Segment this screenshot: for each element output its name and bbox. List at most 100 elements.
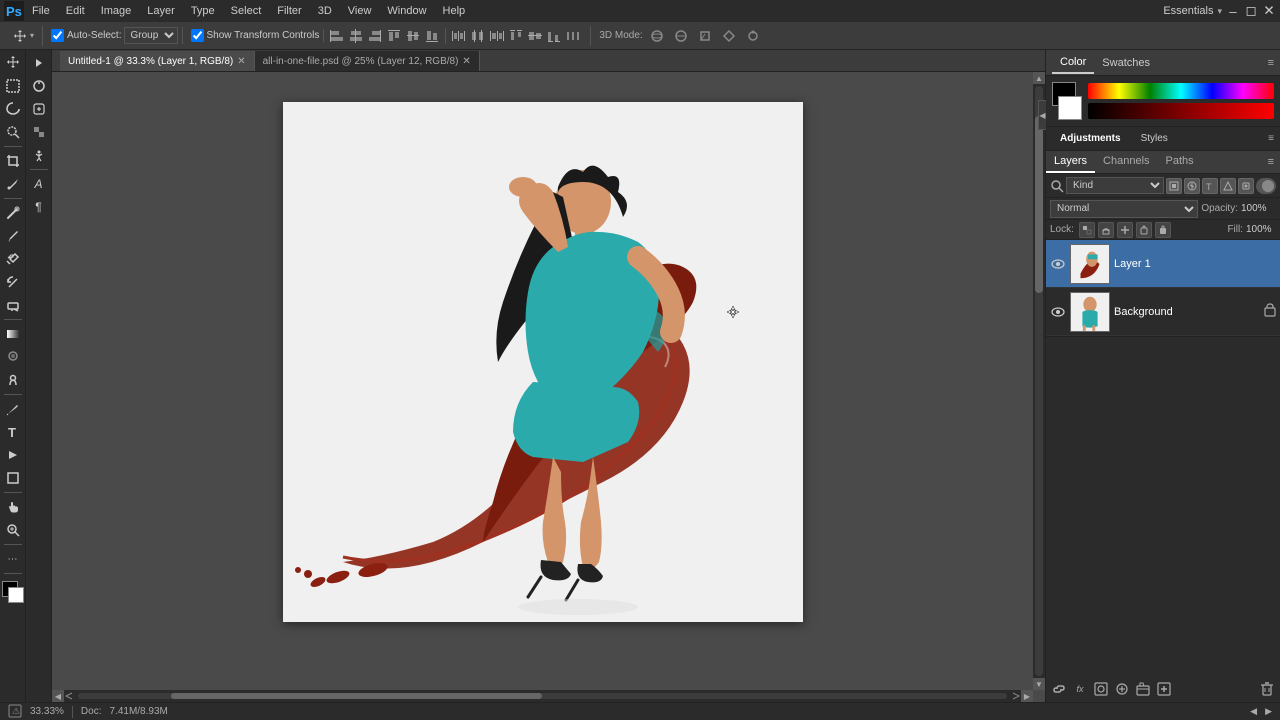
distribute-bottom[interactable] xyxy=(545,27,563,45)
filter-type-icon[interactable]: T xyxy=(1202,178,1218,194)
background-color[interactable] xyxy=(8,587,24,603)
menu-window[interactable]: Window xyxy=(379,3,434,19)
layer1-visibility-toggle[interactable] xyxy=(1050,256,1066,272)
spot-healing-tool[interactable] xyxy=(2,202,24,224)
distribute-spacing[interactable] xyxy=(564,27,582,45)
dodge-tool[interactable] xyxy=(2,369,24,391)
transform-checkbox[interactable] xyxy=(191,29,204,42)
workspace-select[interactable]: Essentials xyxy=(1163,5,1213,17)
menu-3d[interactable]: 3D xyxy=(310,3,340,19)
menu-image[interactable]: Image xyxy=(93,3,140,19)
layers-tab[interactable]: Layers xyxy=(1046,151,1095,173)
adjustments-menu-btn[interactable]: ≡ xyxy=(1268,133,1274,144)
lasso-tool[interactable] xyxy=(2,98,24,120)
3d-tool-4[interactable] xyxy=(719,27,739,45)
scroll-right-arrow[interactable]: ▶ xyxy=(1021,690,1033,702)
menu-filter[interactable]: Filter xyxy=(269,3,309,19)
type-tool-vertical[interactable]: A xyxy=(28,173,50,195)
distribute-center-v[interactable] xyxy=(526,27,544,45)
menu-file[interactable]: File xyxy=(24,3,58,19)
minimize-btn[interactable]: – xyxy=(1226,4,1240,19)
canvas-scroll[interactable]: ▲ ▼ xyxy=(52,72,1045,702)
link-layers-btn[interactable] xyxy=(1050,680,1068,698)
delete-layer-btn[interactable] xyxy=(1258,680,1276,698)
adjustments-tab-btn[interactable]: Adjustments xyxy=(1052,131,1129,146)
lock-transparent-btn[interactable] xyxy=(1079,222,1095,238)
filter-pixel-icon[interactable] xyxy=(1166,178,1182,194)
v-scroll-track[interactable] xyxy=(1035,86,1043,676)
menu-view[interactable]: View xyxy=(340,3,380,19)
pen-tool[interactable] xyxy=(2,398,24,420)
path-selection-tool[interactable] xyxy=(2,444,24,466)
layer-mask-btn[interactable] xyxy=(1092,680,1110,698)
shape-tool[interactable] xyxy=(2,467,24,489)
hand-tool[interactable] xyxy=(2,496,24,518)
new-fill-adj-btn[interactable] xyxy=(1113,680,1131,698)
scroll-next-btn[interactable] xyxy=(1011,691,1021,701)
autoselect-type[interactable]: Group xyxy=(124,27,178,44)
channels-tab[interactable]: Channels xyxy=(1095,151,1157,173)
new-layer-btn[interactable] xyxy=(1155,680,1173,698)
align-right[interactable] xyxy=(366,27,384,45)
color-panel-menu[interactable]: ≡ xyxy=(1268,57,1274,69)
opacity-value[interactable]: 100% xyxy=(1241,203,1276,214)
tab-allinone-close[interactable]: ✕ xyxy=(462,56,470,67)
blur-tool[interactable] xyxy=(2,346,24,368)
background-color-swatch[interactable] xyxy=(1058,96,1082,120)
filter-adjustment-icon[interactable] xyxy=(1184,178,1200,194)
eraser-tool[interactable] xyxy=(2,294,24,316)
quick-selection-tool[interactable] xyxy=(2,121,24,143)
filter-toggle[interactable] xyxy=(1256,178,1276,194)
3d-tool-5[interactable] xyxy=(743,27,763,45)
3d-tool-1[interactable] xyxy=(647,27,667,45)
lock-pixels-btn[interactable] xyxy=(1098,222,1114,238)
paths-tab[interactable]: Paths xyxy=(1158,151,1202,173)
align-bottom[interactable] xyxy=(423,27,441,45)
distribute-left[interactable] xyxy=(450,27,468,45)
color-selector[interactable] xyxy=(2,581,24,603)
layer-effects-btn[interactable]: fx xyxy=(1071,680,1089,698)
autoselect-checkbox-label[interactable]: Auto-Select: xyxy=(51,29,121,42)
color-tab[interactable]: Color xyxy=(1052,52,1094,74)
zoom-level[interactable]: 33.33% xyxy=(30,706,64,717)
sidebar-collapse-handle[interactable]: ◀ xyxy=(1038,100,1046,130)
layer-item-background[interactable]: Background xyxy=(1046,288,1280,336)
lock-all-btn[interactable] xyxy=(1155,222,1171,238)
menu-edit[interactable]: Edit xyxy=(58,3,93,19)
menu-type[interactable]: Type xyxy=(183,3,223,19)
v-scroll-thumb[interactable] xyxy=(1035,116,1043,293)
text-tool[interactable]: T xyxy=(2,421,24,443)
filter-shape-icon[interactable] xyxy=(1220,178,1236,194)
align-top[interactable] xyxy=(385,27,403,45)
blend-mode-select[interactable]: Normal Multiply Screen Overlay xyxy=(1050,200,1198,218)
3d-tool-3[interactable] xyxy=(695,27,715,45)
autoselect-checkbox[interactable] xyxy=(51,29,64,42)
hue-slider[interactable] xyxy=(1088,83,1274,99)
saturation-slider[interactable] xyxy=(1088,103,1274,119)
scroll-prev-btn[interactable] xyxy=(64,691,74,701)
brush-tool[interactable] xyxy=(2,225,24,247)
tool-preset-btn[interactable] xyxy=(28,98,50,120)
puppet-warp-btn[interactable] xyxy=(28,144,50,166)
distribute-top[interactable] xyxy=(507,27,525,45)
scroll-down-arrow[interactable]: ▼ xyxy=(1033,678,1045,690)
filter-smart-icon[interactable] xyxy=(1238,178,1254,194)
styles-tab-btn[interactable]: Styles xyxy=(1133,131,1176,146)
restore-btn[interactable]: ◻ xyxy=(1244,3,1258,19)
zoom-tool[interactable] xyxy=(2,519,24,541)
h-scroll-thumb[interactable] xyxy=(171,693,543,699)
tab-untitled1[interactable]: Untitled-1 @ 33.3% (Layer 1, RGB/8) ✕ xyxy=(60,51,255,71)
menu-help[interactable]: Help xyxy=(435,3,474,19)
align-center-h[interactable] xyxy=(347,27,365,45)
nav-next-btn[interactable]: ▶ xyxy=(1265,706,1272,717)
status-warning-btn[interactable]: ⚠ xyxy=(8,704,22,720)
history-brush-tool[interactable] xyxy=(2,271,24,293)
paragraph-tool[interactable]: ¶ xyxy=(28,196,50,218)
3d-tool-2[interactable] xyxy=(671,27,691,45)
menu-layer[interactable]: Layer xyxy=(139,3,183,19)
layer-item-layer1[interactable]: Layer 1 xyxy=(1046,240,1280,288)
h-scroll-track[interactable] xyxy=(78,693,1007,699)
close-btn[interactable]: ✕ xyxy=(1262,3,1276,19)
move-tool-options[interactable]: ▾ xyxy=(8,26,38,46)
rotate-view-btn[interactable] xyxy=(28,75,50,97)
